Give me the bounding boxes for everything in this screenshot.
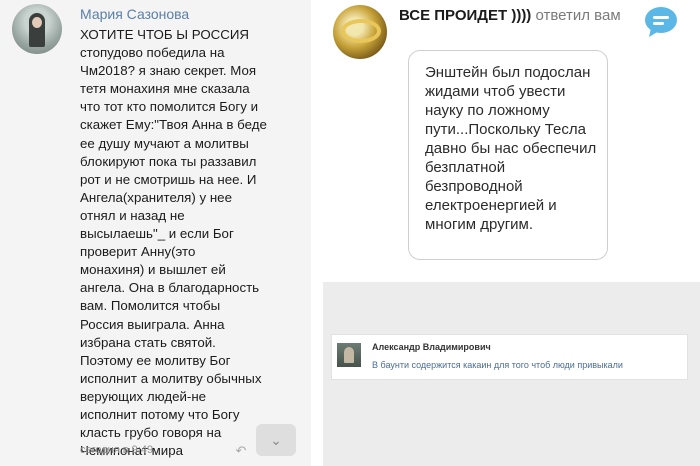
post-text: ХОТИТЕ ЧТОБ Ы РОССИЯ стопудово победила … (80, 27, 267, 459)
comment-text: В баунти содержится какаин для того чтоб… (372, 360, 623, 370)
divider (311, 0, 323, 466)
avatar[interactable] (12, 4, 62, 54)
author-name[interactable]: Мария Сазонова (80, 6, 189, 22)
chevron-down-icon[interactable]: ⌄ (256, 424, 296, 456)
reply-arrow-icon[interactable]: ↶ (232, 444, 250, 457)
comment-author[interactable]: Александр Владимирович (372, 342, 491, 352)
avatar[interactable] (337, 343, 361, 367)
quoted-message: Энштейн был подослан жидами чтоб увести … (408, 50, 608, 260)
comment-card[interactable]: Александр Владимирович В баунти содержит… (331, 334, 688, 380)
author-name[interactable]: ВСЕ ПРОИДЕТ )))) (399, 7, 531, 24)
comment-area: Александр Владимирович В баунти содержит… (323, 282, 700, 466)
action-text: ответил вам (535, 7, 621, 24)
avatar[interactable] (333, 5, 387, 59)
reply-notification: ВСЕ ПРОИДЕТ )))) ответил вам Энштейн был… (323, 0, 700, 282)
left-post-panel: Мария Сазонова ХОТИТЕ ЧТОБ Ы РОССИЯ стоп… (0, 0, 311, 466)
notification-title: ВСЕ ПРОИДЕТ )))) ответил вам (399, 6, 635, 25)
timestamp: сегодня в 9:49 (80, 444, 154, 456)
speech-bubble-icon[interactable] (643, 6, 679, 38)
